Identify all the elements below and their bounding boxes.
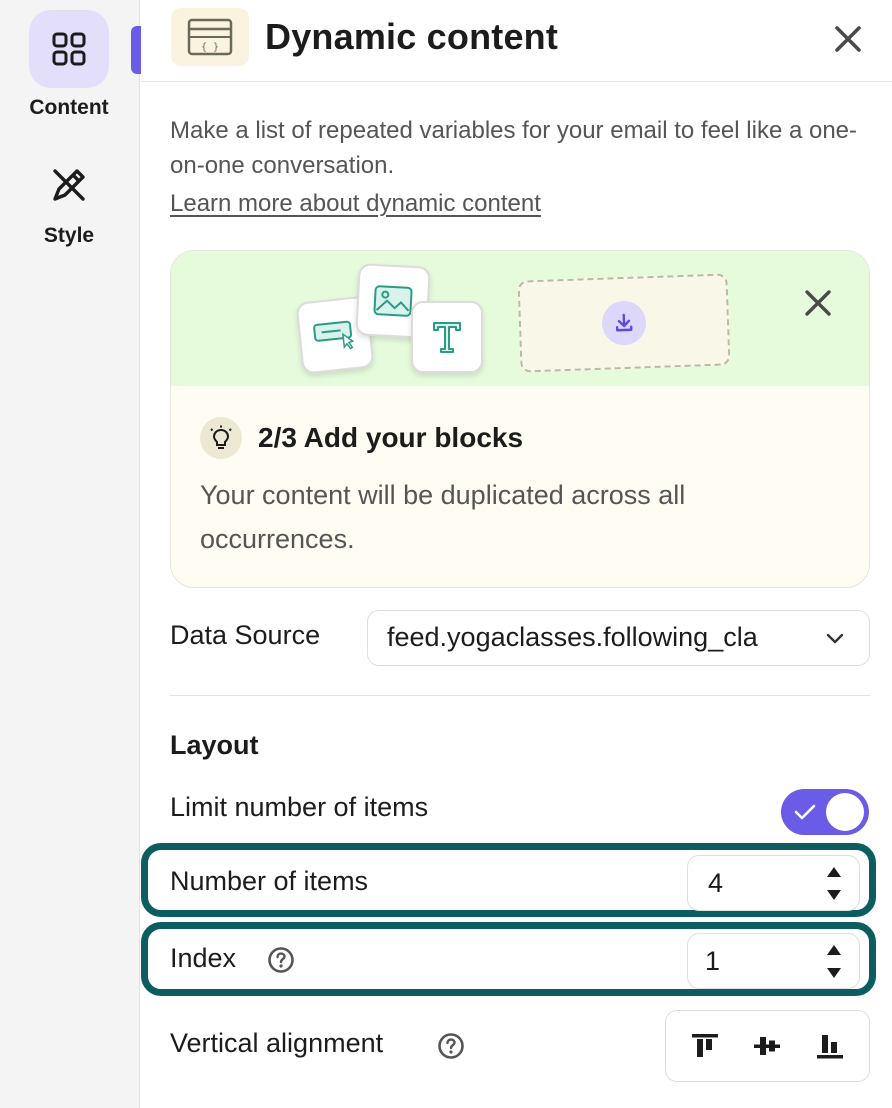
close-icon[interactable]	[831, 22, 865, 56]
vertical-alignment-label: Vertical alignment	[170, 1028, 384, 1058]
toggle-knob	[826, 793, 864, 831]
text-block-icon	[411, 301, 483, 373]
divider	[170, 695, 870, 696]
panel-description: Make a list of repeated variables for yo…	[170, 117, 858, 179]
decrement-arrow-icon[interactable]	[822, 963, 846, 983]
left-rail: Content Style	[0, 0, 143, 1108]
dynamic-content-panel: { } Dynamic content Make a list of repea…	[141, 0, 892, 1108]
number-of-items-label: Number of items	[170, 866, 369, 896]
chevron-down-icon	[826, 633, 844, 644]
decrement-arrow-icon[interactable]	[822, 885, 846, 905]
check-icon	[794, 804, 816, 820]
align-middle-icon[interactable]	[745, 1024, 789, 1068]
onboarding-step-title: 2/3 Add your blocks	[258, 422, 524, 453]
drop-zone	[517, 273, 731, 373]
align-bottom-icon[interactable]	[808, 1024, 852, 1068]
rail-item-label: Content	[29, 96, 109, 119]
vertical-alignment-group	[665, 1010, 870, 1082]
data-source-select[interactable]: feed.yogaclasses.following_cla	[367, 610, 870, 666]
rail-item-label: Style	[43, 224, 95, 247]
panel-header: { } Dynamic content	[141, 0, 892, 82]
lightbulb-icon	[200, 417, 242, 459]
number-of-items-stepper[interactable]: 4	[687, 855, 860, 911]
data-source-label: Data Source	[170, 620, 321, 650]
download-icon	[601, 300, 647, 346]
page-title: Dynamic content	[265, 16, 559, 57]
layout-heading: Layout	[170, 730, 259, 760]
grid-icon	[29, 10, 109, 88]
increment-arrow-icon[interactable]	[822, 940, 846, 960]
help-icon[interactable]	[437, 1032, 465, 1060]
limit-items-label: Limit number of items	[170, 792, 429, 822]
help-icon[interactable]	[267, 946, 295, 974]
onboarding-step: 2/3 Add your blocks	[200, 417, 523, 459]
increment-arrow-icon[interactable]	[822, 862, 846, 882]
index-stepper[interactable]: 1	[687, 933, 860, 989]
align-top-icon[interactable]	[683, 1024, 727, 1068]
pen-icon	[29, 150, 109, 220]
onboarding-illustration	[171, 251, 869, 386]
rail-item-content[interactable]: Content	[0, 10, 138, 120]
dynamic-block-icon: { }	[171, 8, 249, 66]
close-icon[interactable]	[801, 286, 835, 320]
onboarding-step-text: Your content will be duplicated across a…	[200, 480, 686, 554]
index-label: Index	[170, 943, 237, 973]
onboarding-card: 2/3 Add your blocks Your content will be…	[170, 250, 870, 588]
limit-items-toggle[interactable]	[781, 789, 869, 835]
svg-text:{ }: { }	[201, 42, 219, 53]
number-of-items-value: 4	[708, 868, 724, 898]
learn-more-link[interactable]: Learn more about dynamic content	[170, 190, 541, 218]
data-source-value: feed.yogaclasses.following_cla	[387, 622, 758, 652]
rail-item-style[interactable]: Style	[0, 150, 138, 248]
index-value: 1	[705, 946, 721, 976]
